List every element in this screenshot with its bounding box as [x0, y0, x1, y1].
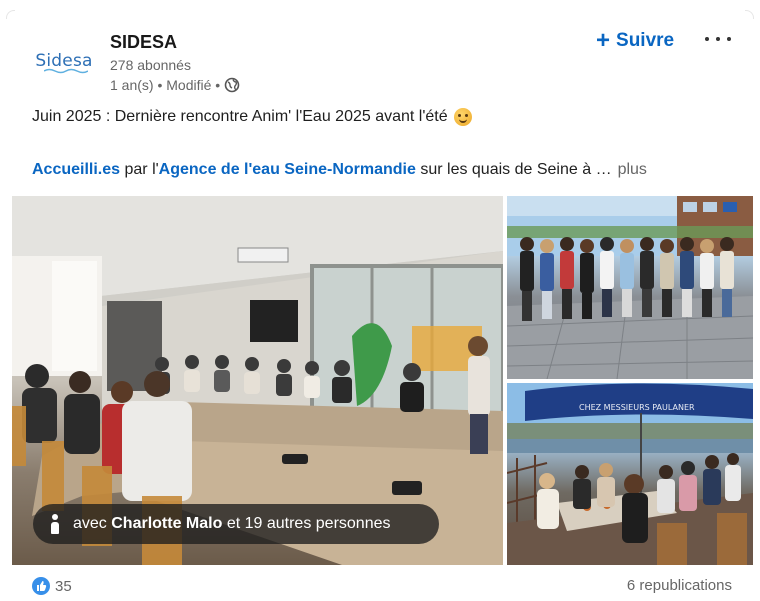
- tag-suffix: et 19 autres personnes: [226, 515, 391, 532]
- mention-link-agence-eau[interactable]: Agence de l'eau Seine-Normandie: [159, 161, 416, 178]
- reposts-count-link[interactable]: 6 republications: [627, 577, 732, 594]
- company-name[interactable]: SIDESA: [110, 32, 177, 53]
- card-corner: [6, 10, 15, 19]
- tag-person-name: Charlotte Malo: [111, 515, 223, 532]
- logo-wave-icon: [44, 68, 88, 74]
- post-card: Sidesa SIDESA 278 abonnés 1 an(s) • Modi…: [0, 0, 760, 601]
- see-more-link[interactable]: plus: [618, 161, 647, 178]
- post-time-edited: 1 an(s) • Modifié •: [110, 77, 221, 93]
- post-text-line2: Accueilli.es par l'Agence de l'eau Seine…: [32, 161, 647, 179]
- photo-group-quay[interactable]: [507, 196, 753, 379]
- photo-terrace[interactable]: CHEZ MESSIEURS PAULANER: [507, 383, 753, 565]
- follow-label: Suivre: [616, 30, 675, 51]
- plus-icon: +: [596, 27, 611, 54]
- ellipsis-icon: [705, 37, 709, 41]
- smiling-face-emoji-icon: [453, 108, 472, 126]
- tag-prefix: avec: [73, 515, 107, 532]
- post-text-line1: Juin 2025 : Dernière rencontre Anim' l'E…: [32, 108, 472, 126]
- tagged-people-button[interactable]: avec Charlotte Malo et 19 autres personn…: [33, 504, 439, 544]
- reactions-summary[interactable]: 35: [32, 577, 72, 595]
- globe-icon: [224, 77, 240, 93]
- mention-link-accueillies[interactable]: Accueilli.es: [32, 161, 120, 178]
- terrace-illustration: CHEZ MESSIEURS PAULANER: [507, 383, 753, 565]
- followers-count: 278 abonnés: [110, 57, 191, 73]
- follow-button[interactable]: + Suivre: [596, 28, 674, 54]
- more-options-button[interactable]: [705, 28, 731, 50]
- post-meta: 1 an(s) • Modifié •: [110, 77, 240, 93]
- post-text-segment: par l': [120, 161, 159, 178]
- company-logo[interactable]: Sidesa: [32, 38, 96, 84]
- group-quay-illustration: [507, 196, 753, 379]
- text-ellipsis: …: [595, 161, 612, 178]
- card-corner: [745, 10, 754, 19]
- post-title: Juin 2025 : Dernière rencontre Anim' l'E…: [32, 108, 448, 125]
- like-icon: [32, 577, 50, 595]
- post-text-segment: sur les quais de Seine à: [415, 161, 596, 178]
- reactions-count: 35: [55, 577, 72, 595]
- awning-text: CHEZ MESSIEURS PAULANER: [579, 403, 695, 412]
- person-icon: [49, 514, 61, 534]
- ellipsis-icon: [727, 37, 731, 41]
- ellipsis-icon: [716, 37, 720, 41]
